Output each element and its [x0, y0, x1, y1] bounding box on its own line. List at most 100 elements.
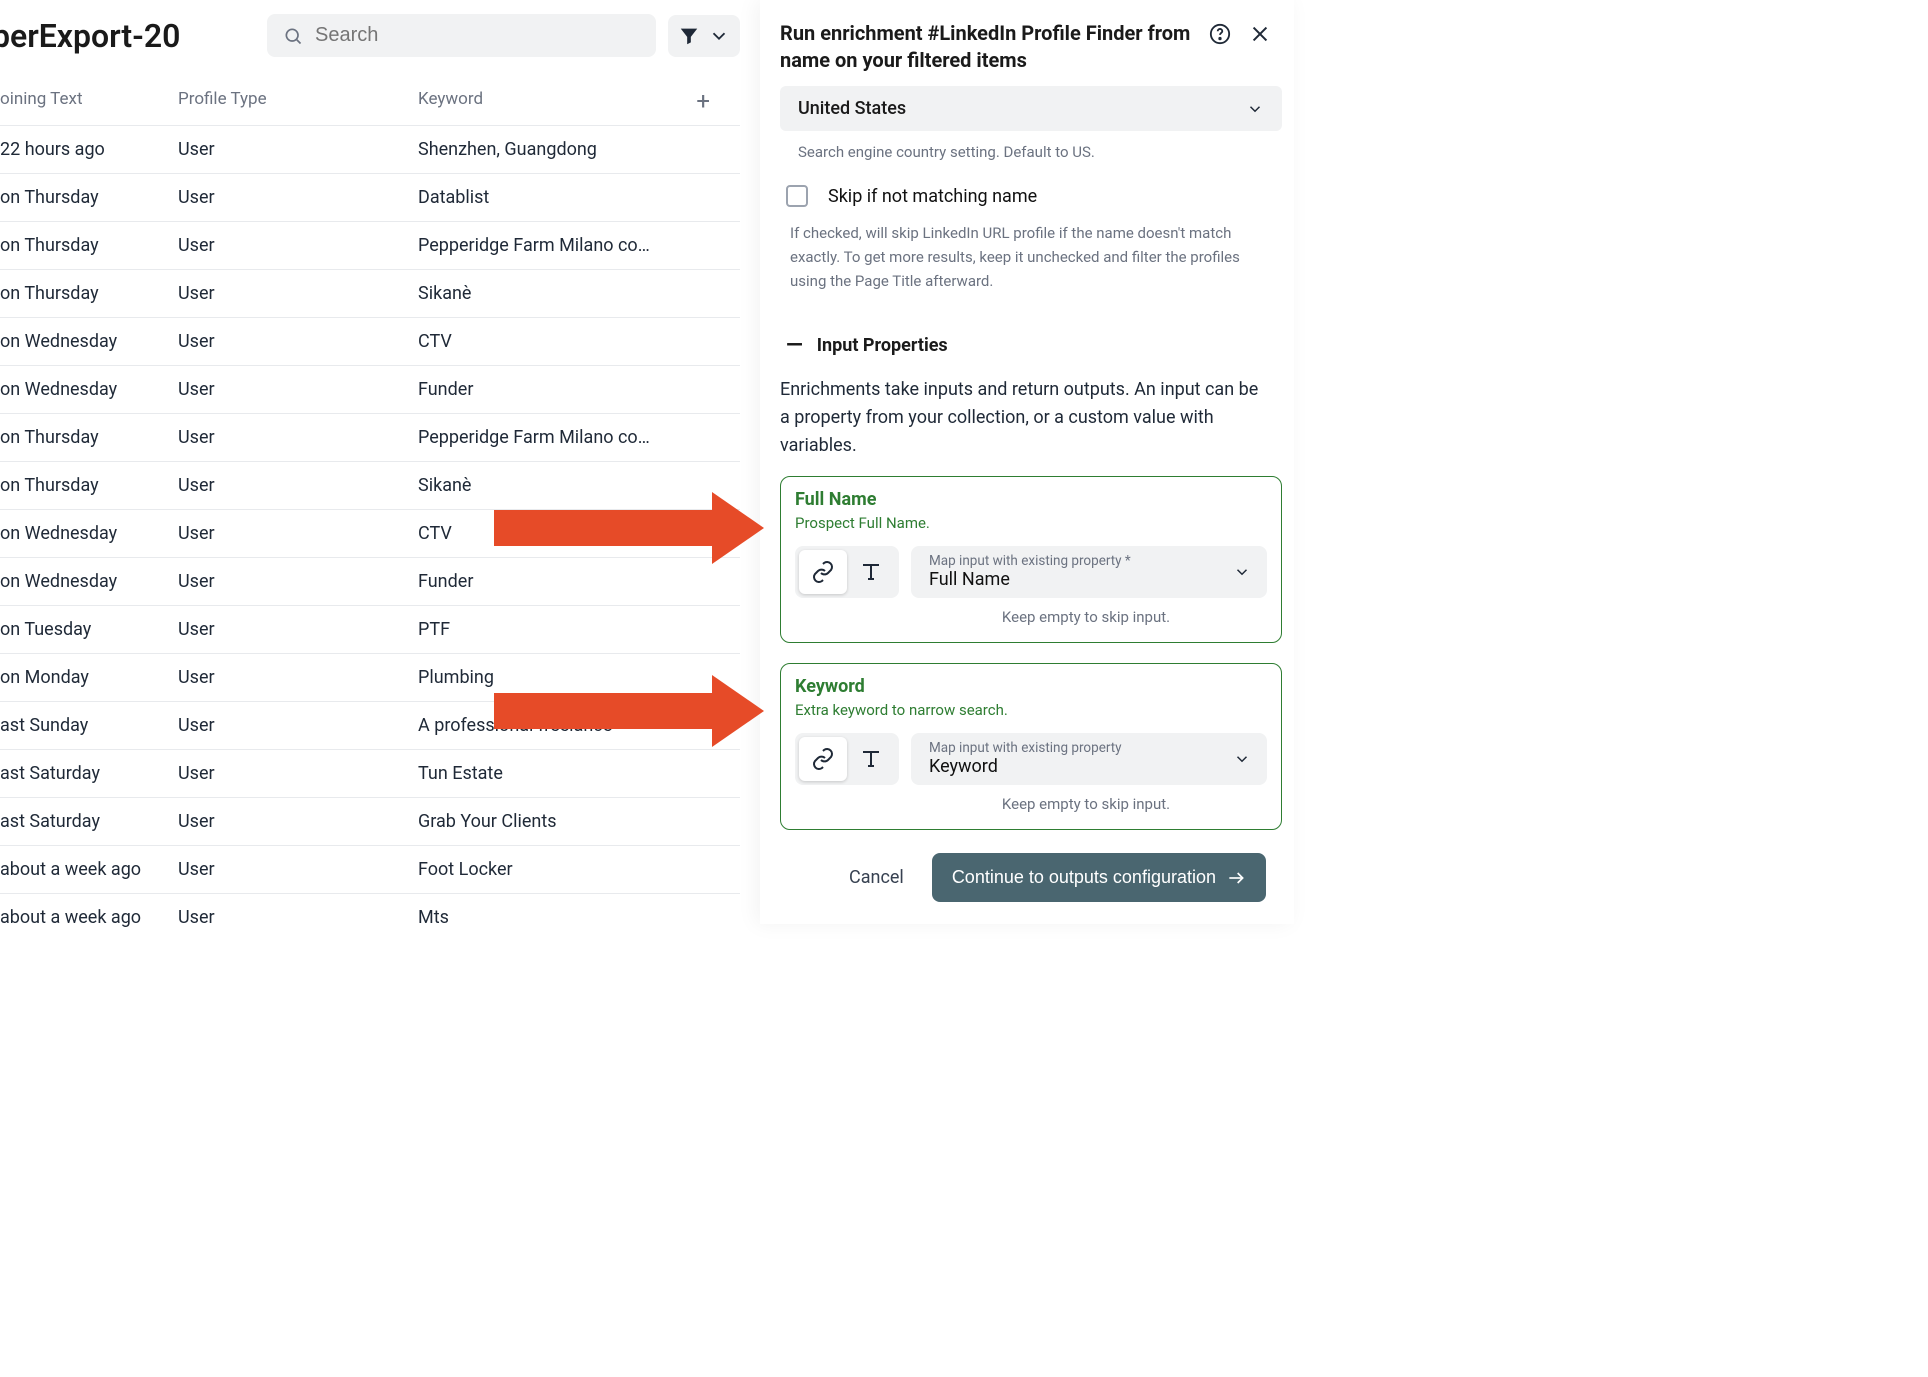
close-icon [1249, 23, 1271, 45]
page-title: berExport-20 [0, 17, 237, 55]
text-icon [859, 747, 883, 771]
help-button[interactable] [1206, 20, 1234, 48]
cell-profile-type: User [178, 187, 418, 208]
keyword-card: Keyword Extra keyword to narrow search. … [780, 663, 1282, 830]
skip-label: Skip if not matching name [828, 186, 1037, 207]
cell-keyword: Pepperidge Farm Milano co… [418, 427, 740, 448]
table-row[interactable]: about a week agoUserFoot Locker [0, 845, 740, 893]
full-name-skip-note: Keep empty to skip input. [795, 608, 1267, 626]
full-name-card: Full Name Prospect Full Name. Map input … [780, 476, 1282, 643]
cell-keyword: Datablist [418, 187, 740, 208]
funnel-icon [678, 25, 700, 47]
cell-keyword: Tun Estate [418, 763, 740, 784]
cell-profile-type: User [178, 235, 418, 256]
chevron-down-icon [1233, 750, 1251, 768]
cell-profile-type: User [178, 475, 418, 496]
link-mode-button[interactable] [799, 737, 847, 781]
full-name-map-select[interactable]: Map input with existing property * Full … [911, 546, 1267, 598]
keyword-map-select[interactable]: Map input with existing property Keyword [911, 733, 1267, 785]
text-icon [859, 560, 883, 584]
add-column-button[interactable]: + [696, 87, 710, 115]
chevron-down-icon [1246, 100, 1264, 118]
arrow-right-icon [1226, 868, 1246, 888]
cell-joining-text: ast Sunday [0, 715, 178, 736]
cell-keyword: Foot Locker [418, 859, 740, 880]
table-row[interactable]: on WednesdayUserCTV [0, 317, 740, 365]
text-mode-button[interactable] [847, 737, 895, 781]
cell-profile-type: User [178, 427, 418, 448]
keyword-title: Keyword [795, 676, 1267, 697]
search-box[interactable] [267, 14, 656, 57]
arrow-annotation [494, 693, 712, 729]
table-row[interactable]: 22 hours agoUserShenzhen, Guangdong [0, 125, 740, 173]
cell-profile-type: User [178, 763, 418, 784]
full-name-map-label: Map input with existing property * [929, 553, 1131, 569]
cell-profile-type: User [178, 715, 418, 736]
full-name-title: Full Name [795, 489, 1267, 510]
table-row[interactable]: on WednesdayUserFunder [0, 557, 740, 605]
arrow-annotation [494, 510, 712, 546]
full-name-map-value: Full Name [929, 569, 1131, 590]
table-row[interactable]: on TuesdayUserPTF [0, 605, 740, 653]
cell-profile-type: User [178, 139, 418, 160]
cancel-button[interactable]: Cancel [849, 867, 904, 888]
cell-joining-text: on Thursday [0, 235, 178, 256]
input-properties-title: Input Properties [817, 335, 948, 356]
input-properties-desc: Enrichments take inputs and return outpu… [780, 366, 1282, 476]
cell-joining-text: on Thursday [0, 283, 178, 304]
table-header: oining Text Profile Type Keyword + [0, 71, 740, 125]
cell-keyword: Pepperidge Farm Milano co… [418, 235, 740, 256]
keyword-mode-toggle [795, 733, 899, 785]
table-row[interactable]: ast SaturdayUserGrab Your Clients [0, 797, 740, 845]
cell-profile-type: User [178, 379, 418, 400]
minus-icon: — [786, 333, 803, 358]
keyword-sub: Extra keyword to narrow search. [795, 701, 1267, 719]
search-icon [283, 25, 303, 47]
cell-profile-type: User [178, 619, 418, 640]
cell-keyword: Funder [418, 571, 740, 592]
link-icon [811, 560, 835, 584]
table-row[interactable]: on ThursdayUserDatablist [0, 173, 740, 221]
cell-joining-text: about a week ago [0, 859, 178, 880]
country-value: United States [798, 98, 906, 119]
cell-profile-type: User [178, 571, 418, 592]
continue-button[interactable]: Continue to outputs configuration [932, 853, 1266, 902]
cell-keyword: Plumbing [418, 667, 740, 688]
table-row[interactable]: on ThursdayUserSikanè [0, 269, 740, 317]
cell-joining-text: on Thursday [0, 187, 178, 208]
cell-keyword: PTF [418, 619, 740, 640]
input-properties-toggle[interactable]: — Input Properties [780, 319, 1282, 366]
full-name-mode-toggle [795, 546, 899, 598]
column-profile-type[interactable]: Profile Type [178, 89, 418, 109]
cell-profile-type: User [178, 523, 418, 544]
link-mode-button[interactable] [799, 550, 847, 594]
column-keyword[interactable]: Keyword [418, 89, 740, 109]
cell-joining-text: on Wednesday [0, 331, 178, 352]
cell-keyword: Grab Your Clients [418, 811, 740, 832]
skip-help: If checked, will skip LinkedIn URL profi… [780, 213, 1282, 319]
table-row[interactable]: on WednesdayUserFunder [0, 365, 740, 413]
close-button[interactable] [1246, 20, 1274, 48]
cell-joining-text: on Tuesday [0, 619, 178, 640]
table-row[interactable]: on ThursdayUserPepperidge Farm Milano co… [0, 221, 740, 269]
keyword-skip-note: Keep empty to skip input. [795, 795, 1267, 813]
cell-joining-text: ast Saturday [0, 763, 178, 784]
cell-keyword: CTV [418, 331, 740, 352]
table-row[interactable]: on ThursdayUserSikanè [0, 461, 740, 509]
column-joining-text[interactable]: oining Text [0, 89, 178, 109]
filter-button[interactable] [668, 15, 740, 57]
country-select[interactable]: United States [780, 86, 1282, 131]
cell-profile-type: User [178, 331, 418, 352]
search-input[interactable] [315, 24, 640, 47]
table-row[interactable]: on ThursdayUserPepperidge Farm Milano co… [0, 413, 740, 461]
table-row[interactable]: about a week agoUserMts [0, 893, 740, 941]
table-row[interactable]: ast SaturdayUserTun Estate [0, 749, 740, 797]
cell-joining-text: on Thursday [0, 427, 178, 448]
skip-checkbox[interactable] [786, 185, 808, 207]
text-mode-button[interactable] [847, 550, 895, 594]
link-icon [811, 747, 835, 771]
cell-joining-text: ast Saturday [0, 811, 178, 832]
cell-joining-text: on Wednesday [0, 523, 178, 544]
cell-joining-text: on Monday [0, 667, 178, 688]
cell-keyword: Sikanè [418, 283, 740, 304]
